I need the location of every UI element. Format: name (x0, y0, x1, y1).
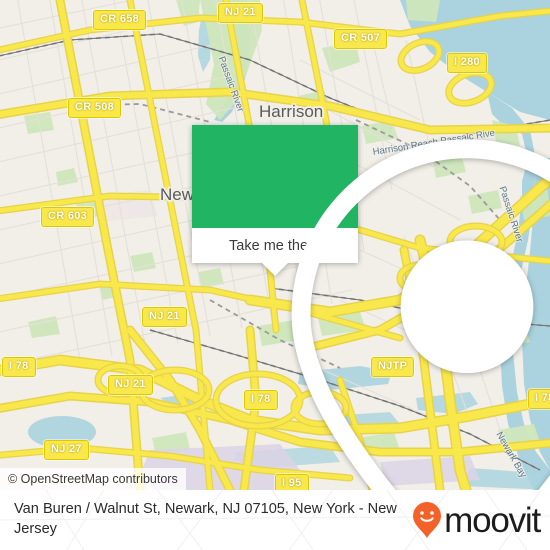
map-attribution[interactable]: © OpenStreetMap contributors (0, 468, 186, 490)
footer-bar: Van Buren / Walnut St, Newark, NJ 07105,… (0, 490, 550, 550)
moovit-map-screenshot: Harrison Newark Passaic River Harrison R… (0, 0, 550, 550)
location-popup-card[interactable]: Take me there (192, 125, 550, 490)
moovit-logo[interactable]: moovit (412, 500, 541, 540)
map-shield-nj-21-top[interactable]: NJ 21 (218, 3, 263, 23)
popup-header (192, 125, 550, 490)
location-title: Van Buren / Walnut St, Newark, NJ 07105,… (14, 501, 397, 537)
attribution-text: © OpenStreetMap contributors (8, 472, 178, 486)
popup-pointer-tail (262, 263, 288, 276)
map-shield-nj-21-low[interactable]: NJ 21 (108, 375, 153, 395)
map-shield-cr-507[interactable]: CR 507 (334, 29, 388, 49)
map-canvas[interactable]: Harrison Newark Passaic River Harrison R… (0, 0, 550, 490)
moovit-wordmark: moovit (444, 500, 541, 540)
map-shield-nj-21-mid[interactable]: NJ 21 (142, 307, 187, 327)
map-shield-cr-658[interactable]: CR 658 (93, 10, 147, 30)
moovit-smiling-pin-icon (413, 502, 442, 538)
map-shield-i-78-left[interactable]: I 78 (2, 357, 36, 377)
map-shield-cr-508[interactable]: CR 508 (68, 98, 122, 118)
map-shield-cr-603[interactable]: CR 603 (41, 207, 95, 227)
map-shield-i-280[interactable]: I 280 (447, 53, 487, 73)
map-shield-nj-27[interactable]: NJ 27 (44, 440, 89, 460)
location-pin-icon (291, 139, 550, 490)
